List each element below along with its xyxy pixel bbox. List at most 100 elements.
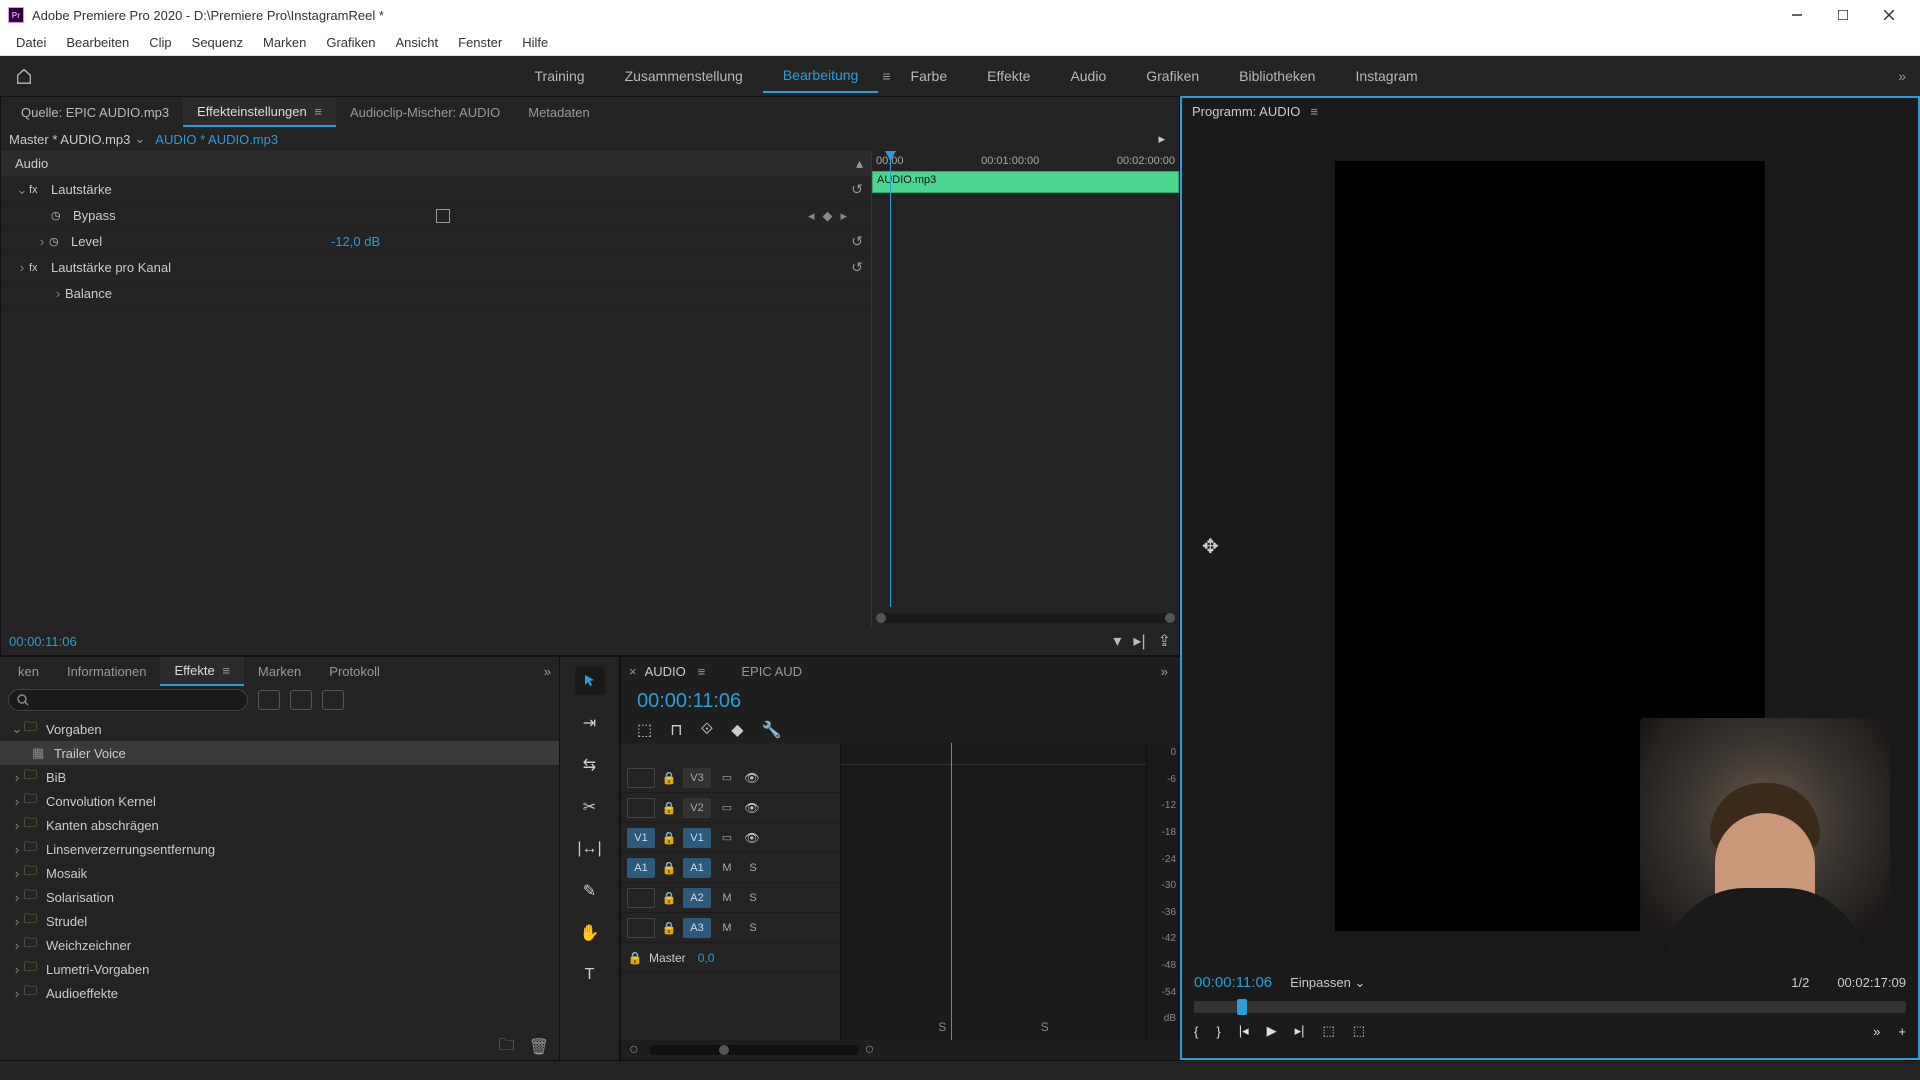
seq-close-icon[interactable]: × (629, 664, 637, 679)
chevron-down-icon[interactable]: ⌄ (134, 131, 145, 147)
razor-tool[interactable]: ✂ (575, 793, 605, 821)
btn-editor-icon[interactable]: + (1898, 1024, 1906, 1039)
tab-markers[interactable]: Marken (244, 658, 315, 685)
seq-menu-icon[interactable]: ≡ (698, 664, 706, 679)
tree-kanten[interactable]: ›🗀Kanten abschrägen (0, 813, 559, 837)
menu-sequenz[interactable]: Sequenz (182, 32, 253, 53)
mini-play-icon[interactable]: ▸ (1158, 131, 1165, 147)
track-v3[interactable]: 🔒V3 ▭👁 (621, 763, 840, 793)
delete-icon[interactable]: 🗑 (529, 1037, 549, 1057)
tree-weichzeichner[interactable]: ›🗀Weichzeichner (0, 933, 559, 957)
home-button[interactable] (10, 62, 38, 90)
menu-grafiken[interactable]: Grafiken (316, 32, 385, 53)
tree-lumetri[interactable]: ›🗀Lumetri-Vorgaben (0, 957, 559, 981)
track-a3[interactable]: 🔒A3 MS (621, 913, 840, 943)
export-icon[interactable]: ⇪ (1158, 631, 1171, 651)
ws-editing[interactable]: Bearbeitung (763, 59, 879, 93)
fx-tab-menu-icon[interactable]: ≡ (314, 104, 322, 119)
track-master[interactable]: 🔒Master 0,0 (621, 943, 840, 973)
extract-icon[interactable]: ⬚ (1353, 1023, 1365, 1039)
tab-media[interactable]: ken (4, 658, 53, 685)
fx-balance-row[interactable]: › Balance (1, 281, 871, 307)
fx-type-3-icon[interactable] (322, 690, 344, 710)
close-button[interactable] (1866, 0, 1912, 30)
filter-icon[interactable]: ▾ (1113, 631, 1121, 651)
play-only-icon[interactable]: ▸| (1133, 631, 1145, 651)
reset-icon[interactable]: ↺ (851, 181, 863, 198)
tl-overflow-icon[interactable]: » (1157, 660, 1172, 683)
minimize-button[interactable] (1774, 0, 1820, 30)
linked-icon[interactable]: ⟐ (701, 721, 714, 739)
mini-zoom-bar[interactable] (876, 613, 1175, 623)
tab-effect-settings[interactable]: Effekteinstellungen ≡ (183, 98, 336, 127)
sequence-tab[interactable]: AUDIO (645, 664, 686, 679)
tree-convolution[interactable]: ›🗀Convolution Kernel (0, 789, 559, 813)
zoom-out-icon[interactable]: ○ (629, 1041, 639, 1059)
tab-audio-mixer[interactable]: Audioclip-Mischer: AUDIO (336, 99, 514, 126)
tab-history[interactable]: Protokoll (315, 658, 394, 685)
ripple-tool[interactable]: ⇆ (575, 751, 605, 779)
fx-bypass-row[interactable]: ◷ Bypass ◂ ◆ ▸ (1, 203, 871, 229)
type-tool[interactable]: T (575, 961, 605, 989)
collapse-icon[interactable]: ▴ (856, 155, 863, 172)
fxb-overflow-icon[interactable]: » (540, 660, 555, 683)
program-menu-icon[interactable]: ≡ (1310, 104, 1318, 119)
reset-icon[interactable]: ↺ (851, 233, 863, 250)
play-icon[interactable]: ▶ (1267, 1023, 1277, 1039)
tab-info[interactable]: Informationen (53, 658, 161, 685)
ws-menu-icon[interactable]: ≡ (882, 68, 890, 84)
mini-playhead[interactable] (890, 151, 891, 607)
add-keyframe-icon[interactable]: ◆ (822, 208, 832, 224)
stopwatch-icon[interactable]: ◷ (51, 209, 69, 222)
fx-mini-timeline[interactable]: 00:00 00:01:00:00 00:02:00:00 AUDIO.mp3 (871, 151, 1179, 627)
hand-tool[interactable]: ✋ (575, 919, 605, 947)
track-a2[interactable]: 🔒A2 MS (621, 883, 840, 913)
mini-clip[interactable]: AUDIO.mp3 (872, 171, 1179, 193)
fx-volume-row[interactable]: ⌄ fx Lautstärke ↺ (1, 177, 871, 203)
menu-clip[interactable]: Clip (139, 32, 181, 53)
bypass-checkbox[interactable] (436, 209, 450, 223)
menu-hilfe[interactable]: Hilfe (512, 32, 558, 53)
menu-fenster[interactable]: Fenster (448, 32, 512, 53)
timeline-tracks[interactable]: S S (841, 743, 1146, 1040)
tab-metadata[interactable]: Metadaten (514, 99, 603, 126)
twirl-icon[interactable]: › (15, 260, 29, 275)
twirl-icon[interactable]: › (51, 286, 65, 301)
next-keyframe-icon[interactable]: ▸ (840, 208, 847, 224)
prev-keyframe-icon[interactable]: ◂ (808, 208, 815, 224)
ws-instagram[interactable]: Instagram (1335, 60, 1437, 92)
menu-marken[interactable]: Marken (253, 32, 316, 53)
program-zoom[interactable]: 1/2 (1791, 975, 1809, 990)
tree-strudel[interactable]: ›🗀Strudel (0, 909, 559, 933)
ws-effects[interactable]: Effekte (967, 60, 1050, 92)
settings-icon[interactable]: 🔧 (762, 720, 782, 740)
tree-solarisation[interactable]: ›🗀Solarisation (0, 885, 559, 909)
reset-icon[interactable]: ↺ (851, 259, 863, 276)
stopwatch-icon[interactable]: ◷ (49, 235, 67, 248)
tree-vorgaben[interactable]: ⌄🗀Vorgaben (0, 717, 559, 741)
ws-audio[interactable]: Audio (1050, 60, 1126, 92)
ws-training[interactable]: Training (515, 60, 605, 92)
ws-color[interactable]: Farbe (891, 60, 968, 92)
timeline-playhead[interactable] (951, 743, 952, 1040)
track-v1[interactable]: V1🔒V1 ▭👁 (621, 823, 840, 853)
tree-bib[interactable]: ›🗀BiB (0, 765, 559, 789)
menu-datei[interactable]: Datei (6, 32, 56, 53)
step-back-icon[interactable]: |◂ (1239, 1023, 1249, 1039)
ws-overflow-icon[interactable]: » (1894, 64, 1910, 88)
track-a1[interactable]: A1🔒A1 MS (621, 853, 840, 883)
fx-channel-row[interactable]: › fx Lautstärke pro Kanal ↺ (1, 255, 871, 281)
track-select-tool[interactable]: ⇥ (575, 709, 605, 737)
maximize-button[interactable] (1820, 0, 1866, 30)
ws-libraries[interactable]: Bibliotheken (1219, 60, 1335, 92)
insert-icon[interactable]: ⬚ (637, 720, 652, 740)
track-v2[interactable]: 🔒V2 ▭👁 (621, 793, 840, 823)
timeline-ruler[interactable] (841, 743, 1146, 765)
tab-source[interactable]: Quelle: EPIC AUDIO.mp3 (7, 99, 183, 126)
sequence-tab-2[interactable]: EPIC AUD (741, 664, 802, 679)
program-viewport[interactable]: ✥ (1182, 124, 1918, 968)
zoom-in-icon[interactable]: ○ (865, 1041, 875, 1059)
snap-icon[interactable]: ⊓ (670, 720, 682, 740)
level-value[interactable]: -12,0 dB (331, 234, 531, 249)
fx-audio-header[interactable]: Audio ▴ (1, 151, 871, 177)
